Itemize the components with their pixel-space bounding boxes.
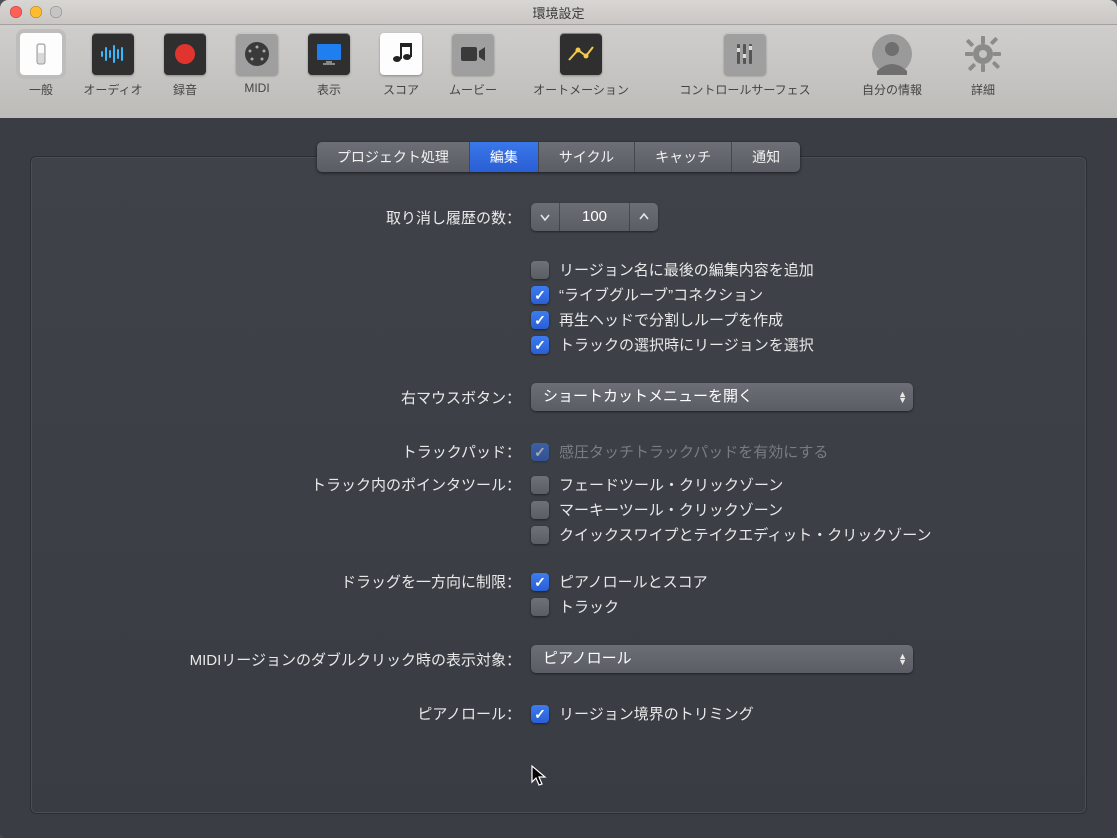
right-mouse-select[interactable]: ショートカットメニューを開く ▲▼ [531,383,913,411]
cb-trim-region-border[interactable] [531,705,549,723]
toolbar-score[interactable]: スコア [372,33,430,98]
drag-constrain-label: ドラッグを一方向に制限： [31,571,531,592]
undo-count-stepper[interactable]: 100 [531,203,658,231]
tab-project[interactable]: プロジェクト処理 [317,142,470,172]
undo-count-value: 100 [559,203,630,231]
movie-icon [452,33,494,75]
cb-fade-zone-label: フェードツール・クリックゾーン [559,474,783,495]
toolbar-midi[interactable]: MIDI [228,33,286,95]
tab-bar: プロジェクト処理 編集 サイクル キャッチ 通知 [31,142,1086,172]
cb-live-groove-label: “ライブグルーブ”コネクション [559,284,763,305]
my-info-icon [871,33,913,75]
cb-track[interactable] [531,598,549,616]
cb-fade-zone[interactable] [531,476,549,494]
select-arrows-icon: ▲▼ [898,653,907,665]
right-mouse-label: 右マウスボタン： [31,387,531,408]
toolbar-audio-label: オーディオ [83,81,142,98]
toolbar-my-info-label: 自分の情報 [862,81,922,98]
control-surface-icon [724,33,766,75]
cb-live-groove[interactable] [531,286,549,304]
toolbar-control-surface-label: コントロールサーフェス [679,81,810,98]
audio-icon [92,33,134,75]
preferences-window: 環境設定 一般 オーディオ [0,0,1117,838]
toolbar-movie-label: ムービー [449,81,497,98]
toolbar-score-label: スコア [383,81,419,98]
toolbar-movie[interactable]: ムービー [444,33,502,98]
settings-panel: プロジェクト処理 編集 サイクル キャッチ 通知 取り消し履歴の数： 100 [30,156,1087,814]
cb-piano-score-label: ピアノロールとスコア [559,571,708,592]
toolbar-audio[interactable]: オーディオ [84,33,142,98]
pointer-tool-label: トラック内のポインタツール： [31,474,531,495]
toolbar-record-label: 録音 [173,81,197,98]
cb-force-touch [531,443,549,461]
pianoroll-label: ピアノロール： [31,703,531,724]
cb-trim-region-border-label: リージョン境界のトリミング [559,703,754,724]
record-icon [164,33,206,75]
cb-select-region[interactable] [531,336,549,354]
titlebar: 環境設定 [0,0,1117,25]
general-icon [20,33,62,75]
toolbar-automation[interactable]: オートメーション [516,33,646,98]
trackpad-label: トラックパッド： [31,441,531,462]
midi-icon [236,33,278,75]
right-mouse-value: ショートカットメニューを開く [543,388,753,405]
display-icon [308,33,350,75]
tab-catch[interactable]: キャッチ [635,142,732,172]
midi-doubleclick-label: MIDIリージョンのダブルクリック時の表示対象： [31,649,531,670]
stepper-increment[interactable] [630,203,658,231]
toolbar-advanced[interactable]: 詳細 [954,33,1012,98]
tab-cycle[interactable]: サイクル [539,142,635,172]
cb-piano-score[interactable] [531,573,549,591]
midi-doubleclick-value: ピアノロール [543,650,632,667]
toolbar-advanced-label: 詳細 [971,81,995,98]
toolbar-display-label: 表示 [317,81,341,98]
tab-edit[interactable]: 編集 [470,142,539,172]
advanced-icon [962,33,1004,75]
cb-region-name[interactable] [531,261,549,279]
toolbar-my-info[interactable]: 自分の情報 [844,33,940,98]
toolbar-midi-label: MIDI [244,81,269,95]
stepper-decrement[interactable] [531,203,559,231]
prefs-toolbar: 一般 オーディオ 録音 M [0,25,1117,128]
cb-quick-swipe-zone[interactable] [531,526,549,544]
cb-region-name-label: リージョン名に最後の編集内容を追加 [559,259,814,280]
content-area: プロジェクト処理 編集 サイクル キャッチ 通知 取り消し履歴の数： 100 [0,118,1117,838]
tab-notify[interactable]: 通知 [732,142,800,172]
automation-icon [560,33,602,75]
cb-select-region-label: トラックの選択時にリージョンを選択 [559,334,814,355]
window-title: 環境設定 [0,3,1117,22]
toolbar-record[interactable]: 録音 [156,33,214,98]
toolbar-general[interactable]: 一般 [12,33,70,98]
toolbar-display[interactable]: 表示 [300,33,358,98]
score-icon [380,33,422,75]
undo-count-label: 取り消し履歴の数： [31,207,531,228]
cb-playhead-loop[interactable] [531,311,549,329]
midi-doubleclick-select[interactable]: ピアノロール ▲▼ [531,645,913,673]
cb-track-label: トラック [559,596,619,617]
toolbar-control-surface[interactable]: コントロールサーフェス [660,33,830,98]
cb-marquee-zone-label: マーキーツール・クリックゾーン [559,499,783,520]
cb-marquee-zone[interactable] [531,501,549,519]
edit-form: 取り消し履歴の数： 100 リージョン名に最後の編集内容を追加 [31,199,1086,728]
toolbar-automation-label: オートメーション [533,81,629,98]
toolbar-general-label: 一般 [29,81,53,98]
cb-force-touch-label: 感圧タッチトラックパッドを有効にする [559,441,828,462]
select-arrows-icon: ▲▼ [898,391,907,403]
cb-playhead-loop-label: 再生ヘッドで分割しループを作成 [559,309,783,330]
cb-quick-swipe-zone-label: クイックスワイプとテイクエディット・クリックゾーン [559,524,931,545]
